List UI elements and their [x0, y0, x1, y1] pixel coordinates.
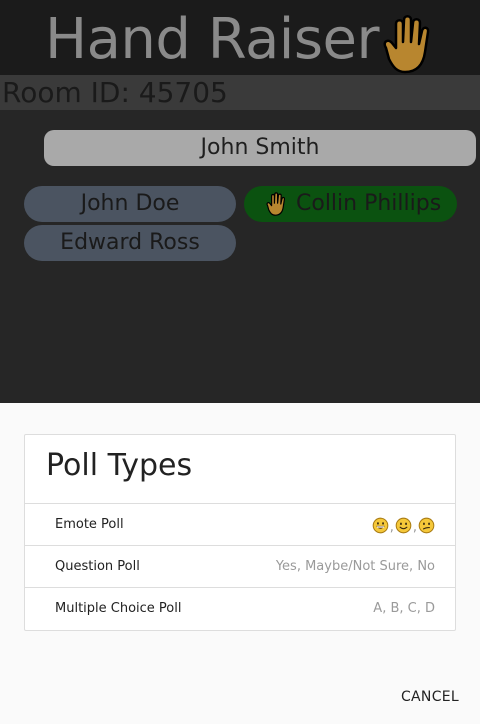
- hand-raiser-app: Hand Raiser Room ID: 45705 John Smith Jo…: [0, 0, 480, 403]
- option-label: Multiple Choice Poll: [55, 601, 182, 616]
- raised-hand-icon: [266, 192, 286, 216]
- hint-separator: ,: [389, 520, 394, 535]
- grinning-face-icon: [372, 517, 389, 534]
- poll-types-dialog: Poll Types Emote Poll , , Question Poll …: [24, 434, 456, 631]
- option-hint: Yes, Maybe/Not Sure, No: [275, 559, 435, 574]
- poll-types-sheet: Poll Types Emote Poll , , Question Poll …: [0, 403, 480, 724]
- participant-name: Collin Phillips: [296, 191, 442, 216]
- option-label: Question Poll: [55, 559, 140, 574]
- room-id-bar: Room ID: 45705: [0, 75, 480, 110]
- participant-pill-hand-raised[interactable]: Collin Phillips: [244, 186, 457, 222]
- cancel-button[interactable]: CANCEL: [395, 685, 465, 709]
- hint-separator: ,: [412, 520, 417, 535]
- participant-pill[interactable]: John Doe: [24, 186, 236, 222]
- app-title: Hand Raiser: [45, 7, 379, 72]
- current-user-name: John Smith: [44, 130, 476, 166]
- multiple-choice-poll-option[interactable]: Multiple Choice Poll A, B, C, D: [25, 587, 455, 629]
- question-poll-option[interactable]: Question Poll Yes, Maybe/Not Sure, No: [25, 545, 455, 587]
- emote-poll-option[interactable]: Emote Poll , ,: [25, 503, 455, 545]
- emote-poll-hint: , ,: [372, 516, 435, 534]
- slightly-smiling-face-icon: [395, 517, 412, 534]
- option-hint: A, B, C, D: [373, 601, 435, 616]
- raised-hand-icon: [383, 15, 430, 74]
- room-id-label: Room ID: 45705: [2, 76, 228, 109]
- option-label: Emote Poll: [55, 517, 124, 532]
- confused-face-icon: [418, 517, 435, 534]
- dialog-title: Poll Types: [46, 448, 193, 483]
- title-bar: Hand Raiser: [0, 0, 480, 75]
- participant-pill[interactable]: Edward Ross: [24, 225, 236, 261]
